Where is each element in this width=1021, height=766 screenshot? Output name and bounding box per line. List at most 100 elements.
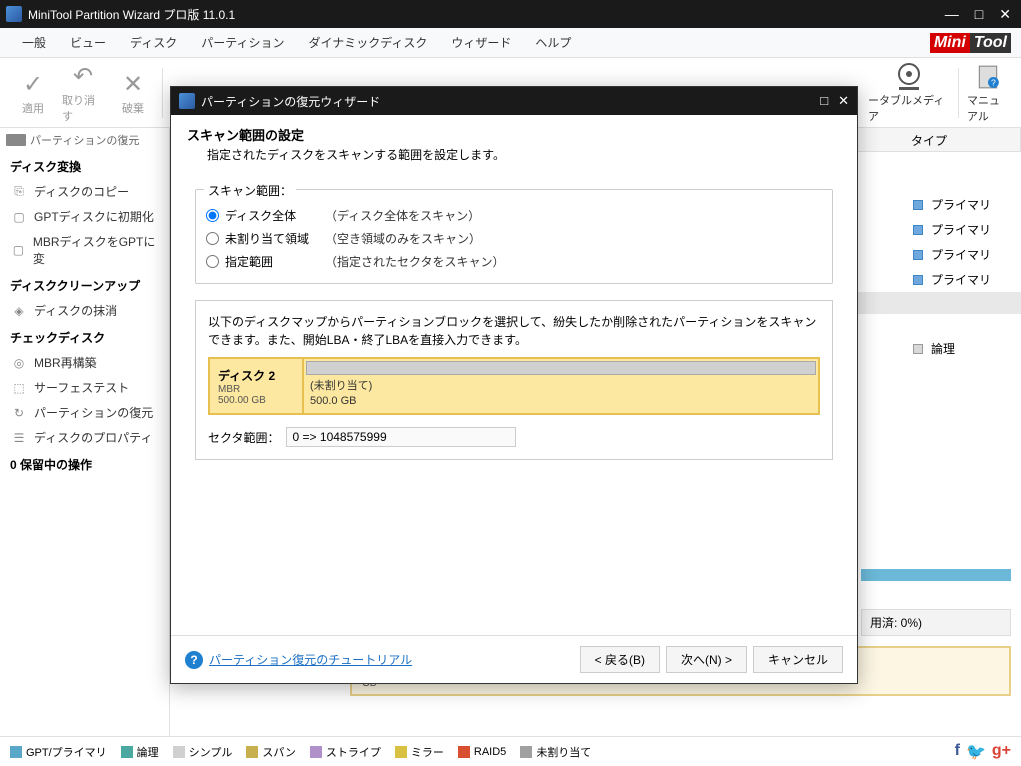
map-description: 以下のディスクマップからパーティションブロックを選択して、紛失したか削除されたパ…: [208, 313, 820, 349]
help-icon[interactable]: ?: [185, 651, 203, 669]
help-icon: ?: [975, 62, 1001, 92]
app-icon: [6, 6, 22, 22]
radio-full-disk[interactable]: ディスク全体 （ディスク全体をスキャン）: [206, 204, 822, 227]
primary-indicator: [913, 250, 923, 260]
minimize-button[interactable]: —: [941, 6, 963, 23]
col-type[interactable]: タイプ: [901, 128, 1021, 151]
dialog-title: パーティションの復元ウィザード: [201, 93, 820, 110]
tutorial-link[interactable]: パーティション復元のチュートリアル: [209, 651, 412, 668]
radio-input[interactable]: [206, 232, 219, 245]
primary-indicator: [913, 200, 923, 210]
menu-partition[interactable]: パーティション: [189, 34, 296, 51]
maximize-button[interactable]: □: [971, 6, 987, 23]
sidebar-item-wipe[interactable]: ◈ディスクの抹消: [0, 298, 169, 323]
dialog-titlebar: パーティションの復元ウィザード □ ✕: [171, 87, 857, 115]
dialog-icon: [179, 93, 195, 109]
sidebar: パーティションの復元 ディスク変換 ⎘ディスクのコピー ▢GPTディスクに初期化…: [0, 128, 170, 736]
menu-general[interactable]: 一般: [10, 34, 58, 51]
apply-button[interactable]: ✓ 適用: [8, 66, 58, 120]
list-icon: ☰: [10, 430, 28, 446]
legend-item: シンプル: [173, 744, 233, 760]
scan-range-legend: スキャン範囲：: [204, 182, 296, 199]
menu-disk[interactable]: ディスク: [118, 34, 189, 51]
undo-icon: ↶: [73, 62, 93, 92]
primary-indicator: [913, 275, 923, 285]
gplus-icon[interactable]: g+: [992, 742, 1011, 762]
undo-button[interactable]: ↶ 取り消す: [58, 58, 108, 128]
sidebar-item-rebuild-mbr[interactable]: ◎MBR再構築: [0, 350, 169, 375]
next-button[interactable]: 次へ(N) >: [666, 646, 747, 673]
discard-icon: ✕: [123, 70, 143, 100]
copy-icon: ⎘: [10, 184, 28, 200]
radio-unallocated[interactable]: 未割り当て領域 （空き領域のみをスキャン）: [206, 227, 822, 250]
legend-swatch: [458, 746, 470, 758]
radio-input[interactable]: [206, 209, 219, 222]
sidebar-item-disk-properties[interactable]: ☰ディスクのプロパティ: [0, 425, 169, 450]
sector-range-row: セクタ範囲：: [208, 427, 820, 447]
init-icon: ▢: [10, 209, 28, 225]
partition-recovery-dialog: パーティションの復元ウィザード □ ✕ スキャン範囲の設定 指定されたディスクを…: [170, 86, 858, 684]
sidebar-item-surface-test[interactable]: ⬚サーフェステスト: [0, 375, 169, 400]
legend-item: ミラー: [395, 744, 444, 760]
check-icon: ✓: [23, 70, 43, 100]
sector-input[interactable]: [286, 427, 516, 447]
pending-operations: 0 保留中の操作: [0, 450, 169, 477]
dialog-close-button[interactable]: ✕: [838, 93, 849, 109]
menu-help[interactable]: ヘルプ: [523, 34, 583, 51]
menu-view[interactable]: ビュー: [58, 34, 118, 51]
close-button[interactable]: ✕: [995, 6, 1015, 23]
sidebar-group-check: チェックディスク: [0, 323, 169, 350]
cancel-button[interactable]: キャンセル: [753, 646, 843, 673]
menu-dynamic[interactable]: ダイナミックディスク: [296, 34, 439, 51]
bootable-media-button[interactable]: ータブルメディア: [864, 58, 954, 128]
sidebar-item-partition-recover[interactable]: ↻パーティションの復元: [0, 400, 169, 425]
usage-bar: 用済: 0%): [861, 609, 1011, 636]
sidebar-top-item[interactable]: パーティションの復元: [0, 132, 169, 152]
twitter-icon[interactable]: 🐦: [966, 742, 986, 762]
sidebar-item-mbr-to-gpt[interactable]: ▢MBRディスクをGPTに変: [0, 229, 169, 271]
eraser-icon: ◈: [10, 303, 28, 319]
titlebar: MiniTool Partition Wizard プロ版 11.0.1 — □…: [0, 0, 1021, 28]
legend-swatch: [395, 746, 407, 758]
hdd-icon: [6, 134, 26, 146]
logical-indicator: [913, 344, 923, 354]
dialog-subheading: 指定されたディスクをスキャンする範囲を設定します。: [187, 146, 841, 163]
facebook-icon[interactable]: f: [955, 742, 960, 762]
radio-specified[interactable]: 指定範囲 （指定されたセクタをスキャン）: [206, 250, 822, 273]
menubar: 一般 ビュー ディスク パーティション ダイナミックディスク ウィザード ヘルプ…: [0, 28, 1021, 58]
legend: GPT/プライマリ 論理 シンプル スパン ストライプ ミラー RAID5 未割…: [0, 736, 1021, 766]
legend-swatch: [310, 746, 322, 758]
sidebar-group-disk-convert: ディスク変換: [0, 152, 169, 179]
target-icon: ◎: [10, 355, 28, 371]
legend-item: GPT/プライマリ: [10, 744, 107, 760]
dialog-header: スキャン範囲の設定 指定されたディスクをスキャンする範囲を設定します。: [171, 115, 857, 169]
dialog-heading: スキャン範囲の設定: [187, 125, 841, 144]
dialog-maximize-button[interactable]: □: [820, 93, 828, 109]
convert-icon: ▢: [10, 242, 27, 258]
legend-swatch: [520, 746, 532, 758]
legend-item: ストライプ: [310, 744, 381, 760]
disk-info: ディスク 2 MBR 500.00 GB: [210, 359, 302, 413]
disk-block[interactable]: ディスク 2 MBR 500.00 GB (未割り当て) 500.0 GB: [208, 357, 820, 415]
legend-swatch: [246, 746, 258, 758]
sidebar-item-init-gpt[interactable]: ▢GPTディスクに初期化: [0, 204, 169, 229]
primary-indicator: [913, 225, 923, 235]
disk-map-box: 以下のディスクマップからパーティションブロックを選択して、紛失したか削除されたパ…: [195, 300, 833, 460]
manual-button[interactable]: ? マニュアル: [963, 58, 1013, 128]
legend-item: RAID5: [458, 746, 506, 758]
legend-item: 未割り当て: [520, 744, 591, 760]
legend-swatch: [173, 746, 185, 758]
disc-icon: [893, 62, 925, 92]
window-title: MiniTool Partition Wizard プロ版 11.0.1: [28, 6, 941, 23]
sector-label: セクタ範囲：: [208, 429, 280, 446]
back-button[interactable]: < 戻る(B): [580, 646, 660, 673]
sidebar-item-copy-disk[interactable]: ⎘ディスクのコピー: [0, 179, 169, 204]
discard-button[interactable]: ✕ 破棄: [108, 66, 158, 120]
disk-partition-area[interactable]: (未割り当て) 500.0 GB: [302, 359, 818, 413]
scan-range-fieldset: スキャン範囲： ディスク全体 （ディスク全体をスキャン） 未割り当て領域 （空き…: [195, 189, 833, 284]
partition-bar[interactable]: [306, 361, 816, 375]
legend-swatch: [121, 746, 133, 758]
radio-input[interactable]: [206, 255, 219, 268]
menu-wizard[interactable]: ウィザード: [439, 34, 523, 51]
recover-icon: ↻: [10, 405, 28, 421]
